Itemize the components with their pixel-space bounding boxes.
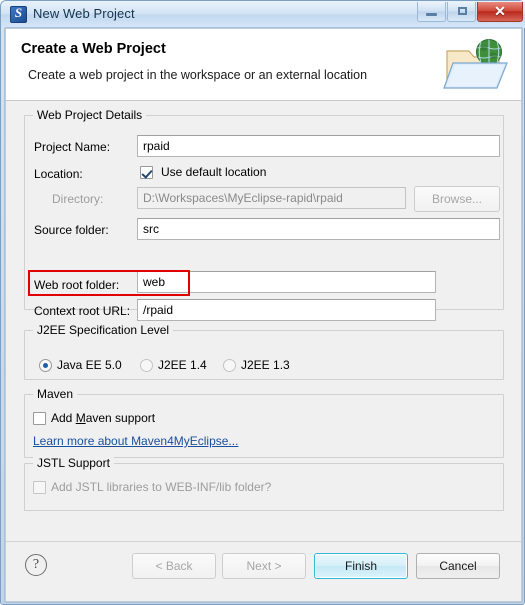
title-bar: New Web Project ✕	[1, 1, 525, 28]
add-jstl-libraries-label: Add JSTL libraries to WEB-INF/lib folder…	[51, 480, 272, 494]
radio-java-ee-5-label[interactable]: Java EE 5.0	[57, 358, 122, 372]
context-root-url-input[interactable]: /rpaid	[137, 299, 436, 321]
radio-java-ee-5[interactable]	[39, 359, 52, 372]
next-button-label: Next >	[246, 559, 282, 573]
maven-label-post: aven support	[85, 411, 156, 425]
project-name-label: Project Name:	[34, 140, 111, 154]
web-root-folder-input[interactable]: web	[137, 271, 436, 293]
group-title-maven: Maven	[33, 387, 78, 401]
web-root-folder-label: Web root folder:	[34, 278, 120, 292]
maven-group: Maven	[24, 387, 504, 458]
add-jstl-libraries-checkbox	[33, 481, 46, 494]
use-default-location-label[interactable]: Use default location	[161, 165, 266, 179]
project-name-input[interactable]: rpaid	[137, 135, 500, 157]
add-maven-support-label[interactable]: Add Maven support	[51, 411, 155, 425]
page-subtitle: Create a web project in the workspace or…	[28, 68, 368, 82]
wizard-banner: Create a Web Project Create a web projec…	[6, 29, 521, 101]
close-icon: ✕	[494, 3, 506, 19]
radio-j2ee-13-label[interactable]: J2EE 1.3	[241, 358, 290, 372]
use-default-location-checkbox[interactable]	[140, 166, 153, 179]
j2ee-specification-group: J2EE Specification Level	[24, 323, 504, 380]
browse-button: Browse...	[414, 186, 500, 212]
directory-input: D:\Workspaces\MyEclipse-rapid\rpaid	[137, 187, 406, 209]
close-button[interactable]: ✕	[477, 2, 523, 22]
add-maven-support-checkbox[interactable]	[33, 412, 46, 425]
finish-button[interactable]: Finish	[314, 553, 408, 579]
maven-learn-more-link[interactable]: Learn more about Maven4MyEclipse...	[33, 434, 238, 448]
radio-j2ee-14[interactable]	[140, 359, 153, 372]
maximize-button[interactable]	[447, 2, 476, 22]
source-folder-label: Source folder:	[34, 223, 109, 237]
source-folder-input[interactable]: src	[137, 218, 500, 240]
cancel-button-label: Cancel	[439, 559, 477, 573]
finish-button-label: Finish	[344, 559, 377, 573]
group-title-jstl: JSTL Support	[33, 456, 114, 470]
back-button-label: < Back	[155, 559, 193, 573]
back-button: < Back	[132, 553, 216, 579]
group-title-j2ee: J2EE Specification Level	[33, 323, 174, 337]
myeclipse-logo-icon	[10, 5, 27, 23]
dialog-client-area: Create a Web Project Create a web projec…	[5, 28, 522, 602]
maven-label-mnemonic: M	[75, 411, 86, 425]
location-label: Location:	[34, 167, 83, 181]
directory-label: Directory:	[52, 192, 104, 206]
cancel-button[interactable]: Cancel	[416, 553, 500, 579]
next-button: Next >	[222, 553, 306, 579]
window-title: New Web Project	[33, 6, 135, 21]
help-icon[interactable]: ?	[25, 554, 47, 576]
dialog-window: New Web Project ✕ Create a Web Project C…	[0, 0, 525, 605]
window-controls: ✕	[416, 2, 523, 22]
web-folder-globe-icon	[443, 35, 509, 95]
page-title: Create a Web Project	[21, 41, 166, 57]
group-title-details: Web Project Details	[33, 108, 147, 122]
radio-j2ee-13[interactable]	[223, 359, 236, 372]
radio-j2ee-14-label[interactable]: J2EE 1.4	[158, 358, 207, 372]
minimize-button[interactable]	[417, 2, 446, 22]
browse-button-label: Browse...	[431, 192, 482, 206]
maven-label-pre: Add	[51, 411, 76, 425]
context-root-url-label: Context root URL:	[34, 304, 131, 318]
button-bar-separator	[6, 541, 521, 542]
